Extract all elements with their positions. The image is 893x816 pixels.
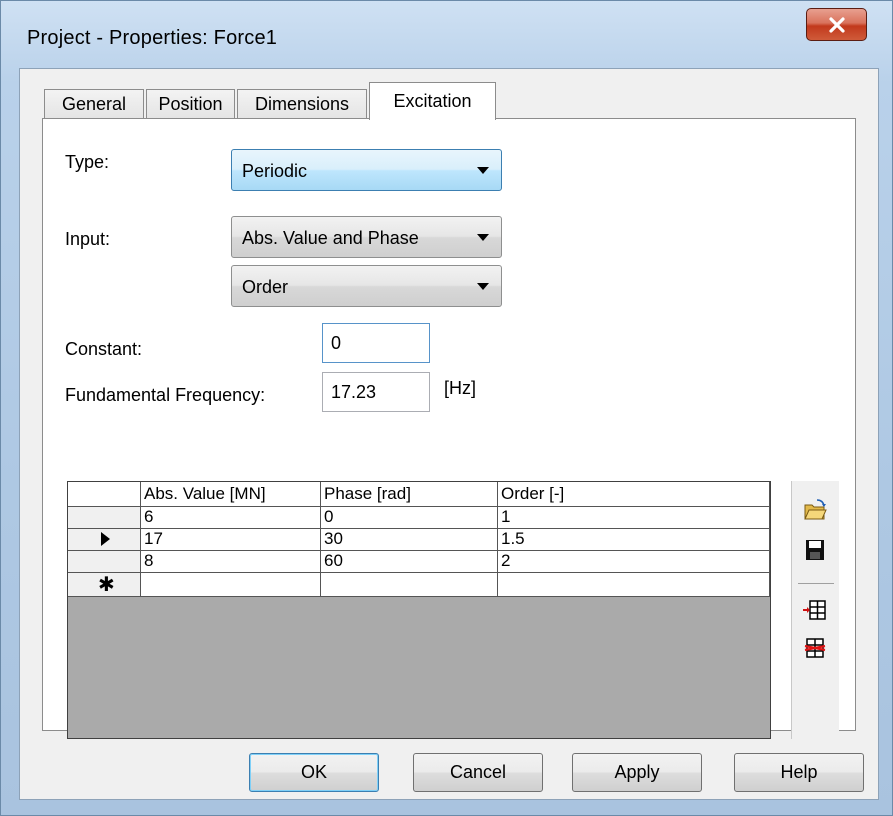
row-header-current[interactable] bbox=[68, 529, 141, 551]
grid-cell[interactable]: 8 bbox=[141, 551, 321, 573]
type-select[interactable]: Periodic bbox=[231, 149, 502, 191]
tab-general[interactable]: General bbox=[44, 89, 144, 119]
type-label: Type: bbox=[65, 152, 110, 172]
current-row-arrow-icon bbox=[101, 532, 110, 546]
apply-button[interactable]: Apply bbox=[572, 753, 702, 792]
column-header-order[interactable]: Order [-] bbox=[498, 482, 770, 507]
ok-button-label: OK bbox=[300, 762, 327, 782]
dialog-window: Project - Properties: Force1 General Pos… bbox=[0, 0, 893, 816]
input-select[interactable]: Abs. Value and Phase bbox=[231, 216, 502, 258]
grid-corner-header bbox=[68, 482, 141, 507]
constant-label: Constant: bbox=[65, 339, 143, 359]
tab-general-label: General bbox=[61, 94, 127, 114]
frequency-label: Fundamental Frequency: bbox=[65, 385, 266, 405]
chevron-down-icon bbox=[477, 167, 489, 174]
column-header-phase[interactable]: Phase [rad] bbox=[321, 482, 498, 507]
apply-button-label: Apply bbox=[614, 762, 660, 782]
tab-dimensions[interactable]: Dimensions bbox=[237, 89, 367, 119]
tab-dimensions-label: Dimensions bbox=[254, 94, 350, 114]
grid-toolbar bbox=[791, 481, 839, 739]
tab-excitation[interactable]: Excitation bbox=[369, 82, 496, 120]
tab-position-label: Position bbox=[158, 94, 223, 114]
toolbar-separator bbox=[798, 583, 834, 584]
grid-cell[interactable]: 30 bbox=[321, 529, 498, 551]
dialog-client: General Position Dimensions Excitation T… bbox=[19, 68, 879, 800]
input-select-value: Abs. Value and Phase bbox=[242, 228, 419, 248]
grid-cell-new[interactable] bbox=[498, 573, 770, 597]
close-icon bbox=[828, 16, 845, 33]
grid-cell[interactable]: 6 bbox=[141, 507, 321, 529]
grid-cell-new[interactable] bbox=[321, 573, 498, 597]
cancel-button[interactable]: Cancel bbox=[413, 753, 543, 792]
type-select-value: Periodic bbox=[242, 161, 308, 181]
constant-input[interactable]: 0 bbox=[322, 323, 430, 363]
insert-row-icon[interactable] bbox=[802, 597, 828, 623]
close-button[interactable] bbox=[806, 8, 867, 41]
row-header-new[interactable]: ✱ bbox=[68, 573, 141, 597]
window-title: Project - Properties: Force1 bbox=[27, 27, 278, 49]
frequency-unit: [Hz] bbox=[444, 378, 477, 398]
row-header[interactable] bbox=[68, 551, 141, 573]
grid-cell[interactable]: 2 bbox=[498, 551, 770, 573]
row-header[interactable] bbox=[68, 507, 141, 529]
frequency-input[interactable]: 17.23 bbox=[322, 372, 430, 412]
delete-row-icon[interactable] bbox=[802, 635, 828, 661]
grid-cell[interactable]: 60 bbox=[321, 551, 498, 573]
ok-button[interactable]: OK bbox=[249, 753, 379, 792]
tab-excitation-label: Excitation bbox=[393, 91, 472, 111]
grid-cell-new[interactable] bbox=[141, 573, 321, 597]
frequency-input-value: 17.23 bbox=[331, 382, 377, 402]
save-icon[interactable] bbox=[802, 537, 828, 563]
help-button[interactable]: Help bbox=[734, 753, 864, 792]
grid-cell[interactable]: 1 bbox=[498, 507, 770, 529]
input-mode-select-value: Order bbox=[242, 277, 289, 297]
open-folder-icon[interactable] bbox=[802, 497, 828, 523]
grid-cell[interactable]: 1.5 bbox=[498, 529, 770, 551]
excitation-panel: Type: Periodic Input: Abs. Value and Pha… bbox=[42, 118, 856, 739]
grid-cell[interactable]: 17 bbox=[141, 529, 321, 551]
harmonics-grid[interactable]: Abs. Value [MN] Phase [rad] Order [-] 6 … bbox=[67, 481, 771, 739]
grid-cell[interactable]: 0 bbox=[321, 507, 498, 529]
chevron-down-icon bbox=[477, 283, 489, 290]
new-row-asterisk-icon: ✱ bbox=[98, 574, 115, 596]
input-label: Input: bbox=[65, 229, 111, 249]
tab-position[interactable]: Position bbox=[146, 89, 235, 119]
constant-input-value: 0 bbox=[331, 333, 342, 353]
cancel-button-label: Cancel bbox=[449, 762, 507, 782]
chevron-down-icon bbox=[477, 234, 489, 241]
column-header-abs-value[interactable]: Abs. Value [MN] bbox=[141, 482, 321, 507]
help-button-label: Help bbox=[780, 762, 818, 782]
input-mode-select[interactable]: Order bbox=[231, 265, 502, 307]
